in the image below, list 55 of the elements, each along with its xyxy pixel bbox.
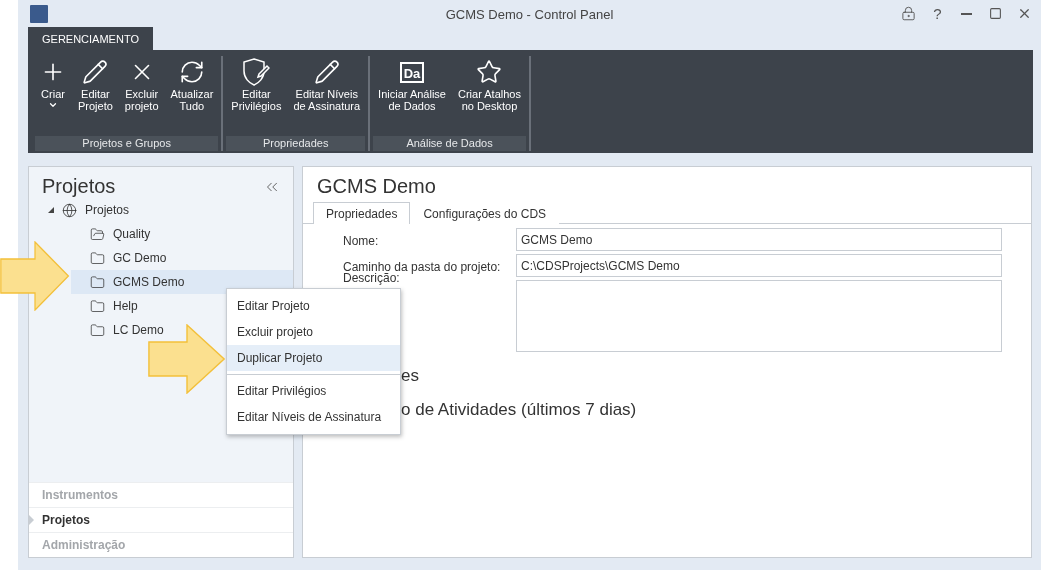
shield-pencil-icon <box>242 57 271 87</box>
star-icon <box>476 59 503 85</box>
field-label: Descrição: <box>343 271 401 285</box>
folder-icon <box>90 298 105 314</box>
menu-item[interactable]: Duplicar Projeto <box>227 345 400 371</box>
menu-item[interactable]: Editar Níveis de Assinatura <box>227 404 400 430</box>
app-logo <box>30 4 48 23</box>
ribbon-button[interactable]: Editar Privilégios <box>226 56 287 136</box>
maximize-icon <box>989 7 1002 20</box>
group-label: Propriedades <box>226 136 366 151</box>
detail-title: GCMS Demo <box>316 174 437 199</box>
pencil-icon <box>82 59 109 85</box>
input-field[interactable]: C:\CDSProjects\GCMS Demo <box>516 254 1002 277</box>
field-label: Nome: <box>343 233 380 248</box>
folder-icon <box>90 226 105 242</box>
group-label: Análise de Dados <box>373 136 526 151</box>
tree-item[interactable]: GCMS Demo <box>71 270 293 294</box>
close-icon <box>1017 6 1032 21</box>
ribbon-button[interactable]: Da Iniciar Análise de Dados <box>373 56 451 136</box>
lock-button[interactable] <box>900 5 917 22</box>
menu-item[interactable]: Editar Privilégios <box>227 378 400 404</box>
field-label: Caminho da pasta do projeto: <box>343 259 502 274</box>
window-title: GCMS Demo - Control Panel <box>445 7 614 22</box>
expander-icon[interactable] <box>48 207 54 213</box>
pencil-icon <box>313 59 340 85</box>
menu-item[interactable]: Excluir projeto <box>227 319 400 345</box>
minimize-icon <box>961 12 972 15</box>
ribbon-button[interactable]: Editar Projeto <box>73 56 118 136</box>
ribbon-button[interactable]: Excluir projeto <box>119 56 164 136</box>
tree-item[interactable]: Projetos <box>85 203 130 217</box>
pointer-arrow <box>0 241 70 311</box>
section-heading: o de Atividades (últimos 7 dias) <box>401 400 637 420</box>
help-button[interactable]: ? <box>929 5 946 22</box>
ribbon-button[interactable]: Criar <box>35 56 71 136</box>
panel-title: Projetos <box>42 175 116 198</box>
folder-icon <box>90 250 105 266</box>
tree-item[interactable]: GC Demo <box>71 246 293 270</box>
tree-item[interactable]: Quality <box>71 222 293 246</box>
folder-icon <box>90 274 105 290</box>
refresh-icon <box>178 59 205 85</box>
description-field[interactable] <box>516 280 1002 352</box>
tab[interactable]: Propriedades <box>313 202 411 224</box>
globe-icon <box>62 202 77 218</box>
maximize-button[interactable] <box>987 5 1004 22</box>
menu-item[interactable]: Editar Projeto <box>227 293 400 319</box>
ribbon-button[interactable]: Editar Níveis de Assinatura <box>288 56 366 136</box>
group-label: Projetos e Grupos <box>35 136 219 151</box>
folder-icon <box>90 322 105 338</box>
section-heading: es <box>401 366 419 386</box>
lock-icon <box>901 6 916 21</box>
input-field[interactable]: GCMS Demo <box>516 228 1002 251</box>
ribbon-button[interactable]: Criar Atalhos no Desktop <box>452 56 526 136</box>
ribbon-button[interactable]: Atualizar Tudo <box>165 56 219 136</box>
ribbon-tab[interactable]: GERENCIAMENTO <box>28 27 153 50</box>
data-analysis-icon: Da <box>399 61 425 83</box>
